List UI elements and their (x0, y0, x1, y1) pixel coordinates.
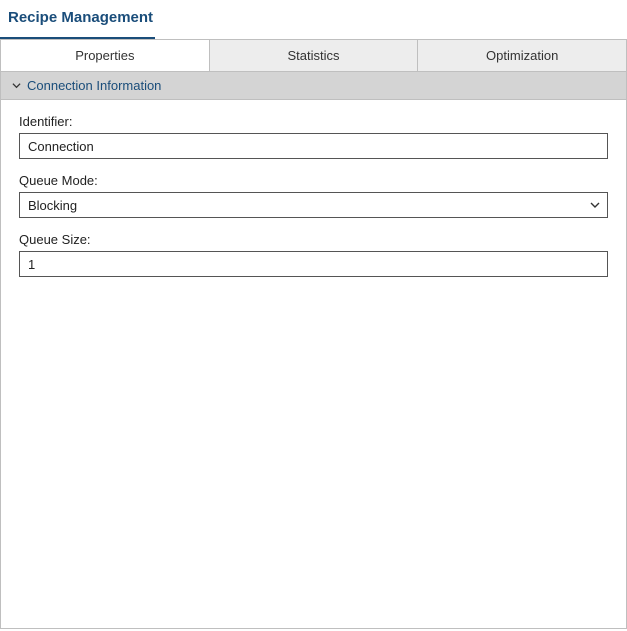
identifier-input[interactable] (19, 133, 608, 159)
tab-label: Optimization (486, 48, 558, 63)
field-identifier: Identifier: (19, 114, 608, 159)
queue-size-input[interactable] (19, 251, 608, 277)
field-queue-mode: Queue Mode: Blocking (19, 173, 608, 218)
tab-properties[interactable]: Properties (1, 40, 210, 71)
queue-size-label: Queue Size: (19, 232, 608, 247)
page-header: Recipe Management (0, 0, 627, 33)
form-connection-info: Identifier: Queue Mode: Blocking Queue S… (1, 100, 626, 305)
section-header-connection-info[interactable]: Connection Information (1, 72, 626, 100)
app-container: Recipe Management Properties Statistics … (0, 0, 627, 631)
section-title: Connection Information (27, 78, 161, 93)
tab-optimization[interactable]: Optimization (418, 40, 626, 71)
content-panel: Connection Information Identifier: Queue… (0, 71, 627, 629)
tab-bar: Properties Statistics Optimization (0, 39, 627, 71)
queue-mode-label: Queue Mode: (19, 173, 608, 188)
chevron-down-icon (11, 81, 21, 91)
identifier-label: Identifier: (19, 114, 608, 129)
tab-statistics[interactable]: Statistics (210, 40, 419, 71)
field-queue-size: Queue Size: (19, 232, 608, 277)
tab-label: Statistics (288, 48, 340, 63)
queue-mode-select-wrap: Blocking (19, 192, 608, 218)
tab-label: Properties (75, 48, 134, 63)
queue-mode-select[interactable]: Blocking (19, 192, 608, 218)
page-title: Recipe Management (8, 9, 627, 26)
